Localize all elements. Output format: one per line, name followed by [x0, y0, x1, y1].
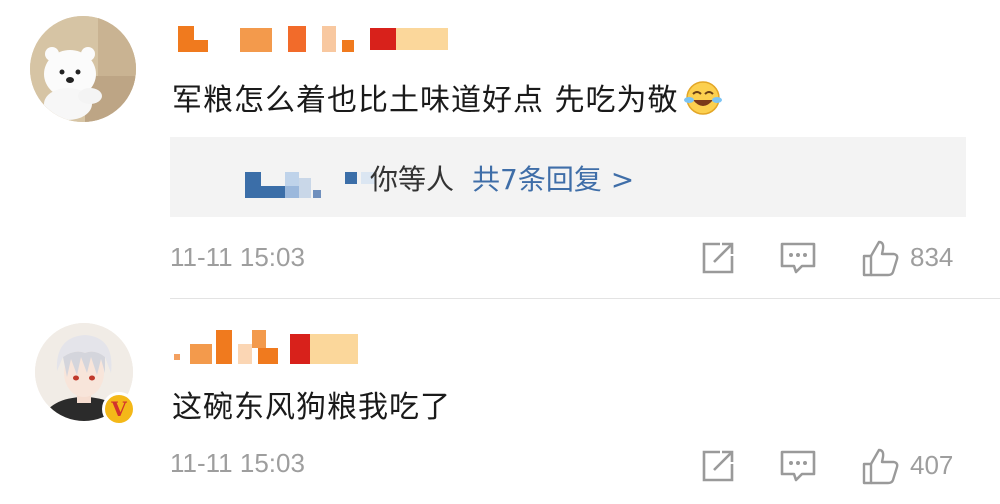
action-bar: 407	[690, 446, 980, 490]
comment-icon[interactable]	[778, 446, 818, 486]
reply-summary[interactable]: 你等人 共7条回复 >	[370, 158, 634, 198]
user-avatar[interactable]	[30, 16, 136, 122]
share-icon[interactable]	[698, 446, 738, 486]
laughing-tears-emoji-icon	[683, 78, 723, 124]
action-bar: 834	[690, 238, 980, 282]
view-replies-link[interactable]: 共7条回复 >	[472, 163, 634, 196]
reply-preview[interactable]: 你等人 共7条回复 >	[170, 137, 966, 217]
timestamp: 11-11 15:03	[170, 242, 305, 272]
thumbs-up-icon[interactable]	[860, 238, 900, 278]
verified-badge-icon: V	[102, 392, 136, 426]
timestamp: 11-11 15:03	[170, 448, 305, 478]
comment-item: V 这碗东风狗粮我吃了 11-11 15:03 407	[0, 300, 1000, 504]
like-count: 834	[910, 242, 954, 272]
polar-bear-avatar-icon	[30, 16, 136, 122]
reply-usernames-pixelated	[245, 170, 375, 202]
like-count: 407	[910, 450, 954, 480]
comment-text: 军粮怎么着也比土味道好点 先吃为敬	[172, 75, 723, 124]
thumbs-up-icon[interactable]	[860, 446, 900, 486]
share-icon[interactable]	[698, 238, 738, 278]
divider	[170, 298, 1000, 299]
comment-text: 这碗东风狗粮我吃了	[172, 390, 451, 425]
comment-item: 军粮怎么着也比土味道好点 先吃为敬 你等人 共7条回复 > 11-11 15:03	[0, 0, 1000, 300]
comment-icon[interactable]	[778, 238, 818, 278]
